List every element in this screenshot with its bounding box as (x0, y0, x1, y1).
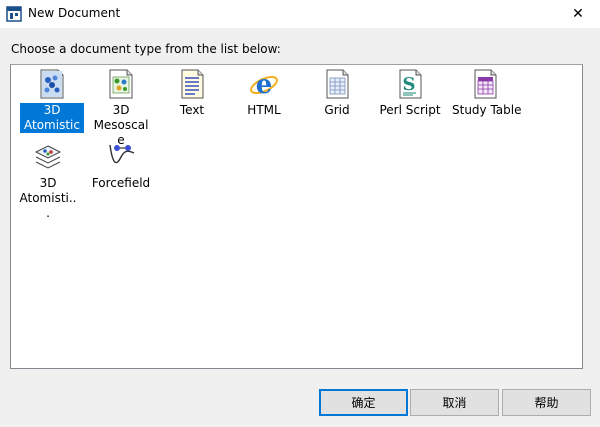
item-label: Perl Script (379, 103, 441, 117)
item-label: 3D Atomisti... (19, 176, 77, 220)
document-type-item[interactable]: S Perl Script (377, 68, 443, 118)
document-type-list[interactable]: 3D Atomistic 3D Mesoscale Text e HTML Gr… (10, 64, 583, 369)
item-label: Forcefield (91, 176, 151, 190)
3d-atomistic-collection-icon (34, 145, 62, 169)
close-button[interactable]: ✕ (556, 0, 600, 28)
study-table-icon (474, 69, 497, 99)
document-type-item[interactable]: Text (159, 68, 225, 118)
ok-button[interactable]: 确定 (319, 389, 408, 416)
item-label: Grid (324, 103, 350, 117)
html-document-icon: e (250, 70, 278, 100)
item-label: Text (179, 103, 205, 117)
item-label: HTML (247, 103, 281, 117)
svg-text:S: S (403, 74, 416, 95)
grid-document-icon (326, 69, 349, 99)
svg-text:e: e (256, 70, 273, 100)
cancel-button[interactable]: 取消 (410, 389, 499, 416)
3d-atomistic-icon (40, 69, 64, 99)
document-type-item[interactable]: Study Table (450, 68, 522, 118)
window-title: New Document (28, 6, 121, 20)
document-type-item[interactable]: Grid (304, 68, 370, 118)
perl-script-icon: S (399, 69, 422, 99)
forcefield-icon (109, 144, 135, 164)
item-label: Study Table (452, 103, 522, 117)
document-type-item[interactable]: 3D Atomistic (19, 68, 85, 133)
title-bar: New Document ✕ (0, 0, 600, 28)
document-type-item[interactable]: 3D Mesoscale (88, 68, 154, 148)
document-type-item[interactable]: e HTML (231, 68, 297, 118)
document-type-item[interactable]: Forcefield (88, 141, 154, 191)
3d-mesoscale-icon (109, 69, 133, 99)
app-icon (6, 6, 22, 22)
help-button[interactable]: 帮助 (502, 389, 591, 416)
text-document-icon (181, 69, 204, 99)
prompt-label: Choose a document type from the list bel… (11, 42, 281, 56)
document-type-item[interactable]: 3D Atomisti... (15, 141, 81, 221)
close-icon: ✕ (572, 6, 584, 22)
item-label: 3D Atomistic (20, 103, 84, 133)
